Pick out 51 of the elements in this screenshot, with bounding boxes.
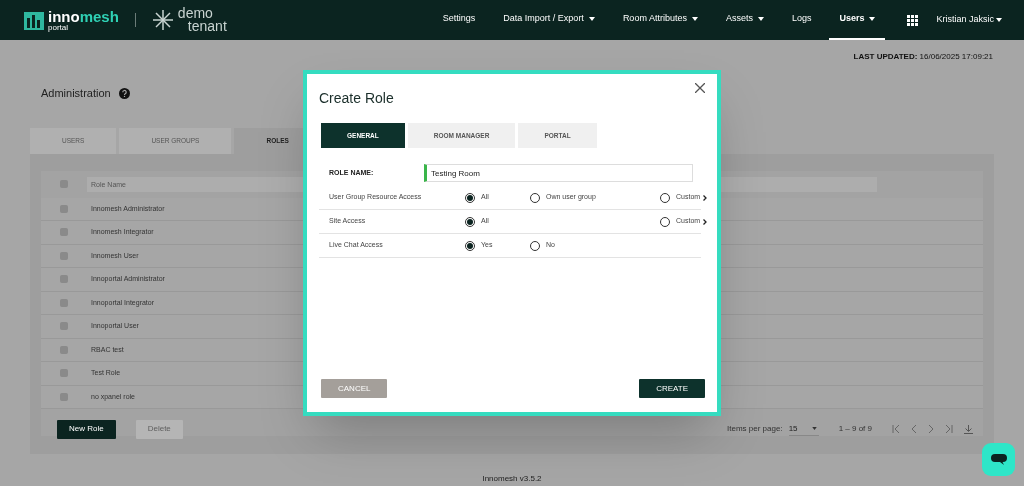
logo-text: innomesh bbox=[48, 8, 119, 24]
checkbox[interactable] bbox=[60, 204, 68, 213]
previous-page-icon[interactable] bbox=[911, 424, 917, 433]
create-button[interactable]: CREATE bbox=[639, 379, 705, 398]
snowflake-icon bbox=[151, 9, 174, 31]
nav-item[interactable]: Data Import / Export bbox=[493, 0, 605, 40]
tenant-name: demo bbox=[177, 7, 214, 20]
checkbox[interactable] bbox=[60, 180, 68, 188]
checkbox[interactable] bbox=[60, 298, 68, 307]
page-range: 1 – 9 of 9 bbox=[838, 423, 872, 435]
action-button[interactable]: New Role bbox=[57, 419, 116, 439]
last-updated: LAST UPDATED: 16/06/2025 17:09:21 bbox=[853, 51, 993, 63]
checkbox[interactable] bbox=[60, 392, 68, 401]
logo-subtitle: portal bbox=[48, 23, 69, 32]
checkbox[interactable] bbox=[60, 369, 68, 378]
chat-button[interactable] bbox=[982, 443, 1015, 476]
items-per-page-label: Items per page: bbox=[727, 423, 783, 435]
caret-icon bbox=[869, 17, 876, 21]
name-input[interactable]: Testing Room bbox=[424, 164, 693, 182]
chevron-icon bbox=[703, 218, 708, 225]
user-menu[interactable]: Kristian Jaksic bbox=[936, 13, 1002, 27]
logo-icon bbox=[24, 10, 44, 30]
chat-icon bbox=[990, 454, 1007, 465]
nav-item[interactable]: Logs bbox=[781, 0, 822, 40]
checkbox[interactable] bbox=[60, 251, 68, 260]
version-text: Innomesh v3.5.2 bbox=[482, 472, 542, 485]
chevron-icon bbox=[703, 194, 708, 201]
page-title: Administration bbox=[41, 86, 111, 101]
grid-icon[interactable] bbox=[907, 14, 919, 26]
caret-icon bbox=[588, 17, 595, 21]
caret-icon bbox=[691, 17, 698, 21]
help-icon[interactable] bbox=[118, 87, 130, 99]
checkbox[interactable] bbox=[60, 345, 68, 354]
caret-icon bbox=[996, 18, 1002, 22]
first-page-icon[interactable] bbox=[892, 424, 900, 433]
checkbox[interactable] bbox=[60, 322, 68, 331]
checkbox[interactable] bbox=[60, 275, 68, 284]
nav-item[interactable]: Users bbox=[829, 0, 886, 40]
items-per-page-select[interactable]: 15 bbox=[788, 422, 819, 436]
caret-icon bbox=[757, 17, 764, 21]
nav-item[interactable]: Assets bbox=[715, 0, 774, 40]
close-icon[interactable] bbox=[695, 83, 705, 93]
caret-icon bbox=[811, 427, 817, 430]
last-page-icon[interactable] bbox=[945, 424, 953, 433]
dialog-title: Create Role bbox=[319, 89, 394, 108]
nav-item[interactable]: Settings bbox=[432, 0, 486, 40]
checkbox[interactable] bbox=[60, 228, 68, 237]
nav-item[interactable]: Room Attributes bbox=[612, 0, 708, 40]
download-icon[interactable] bbox=[964, 424, 973, 434]
next-page-icon[interactable] bbox=[928, 424, 934, 433]
tenant-name: tenant bbox=[186, 20, 227, 33]
